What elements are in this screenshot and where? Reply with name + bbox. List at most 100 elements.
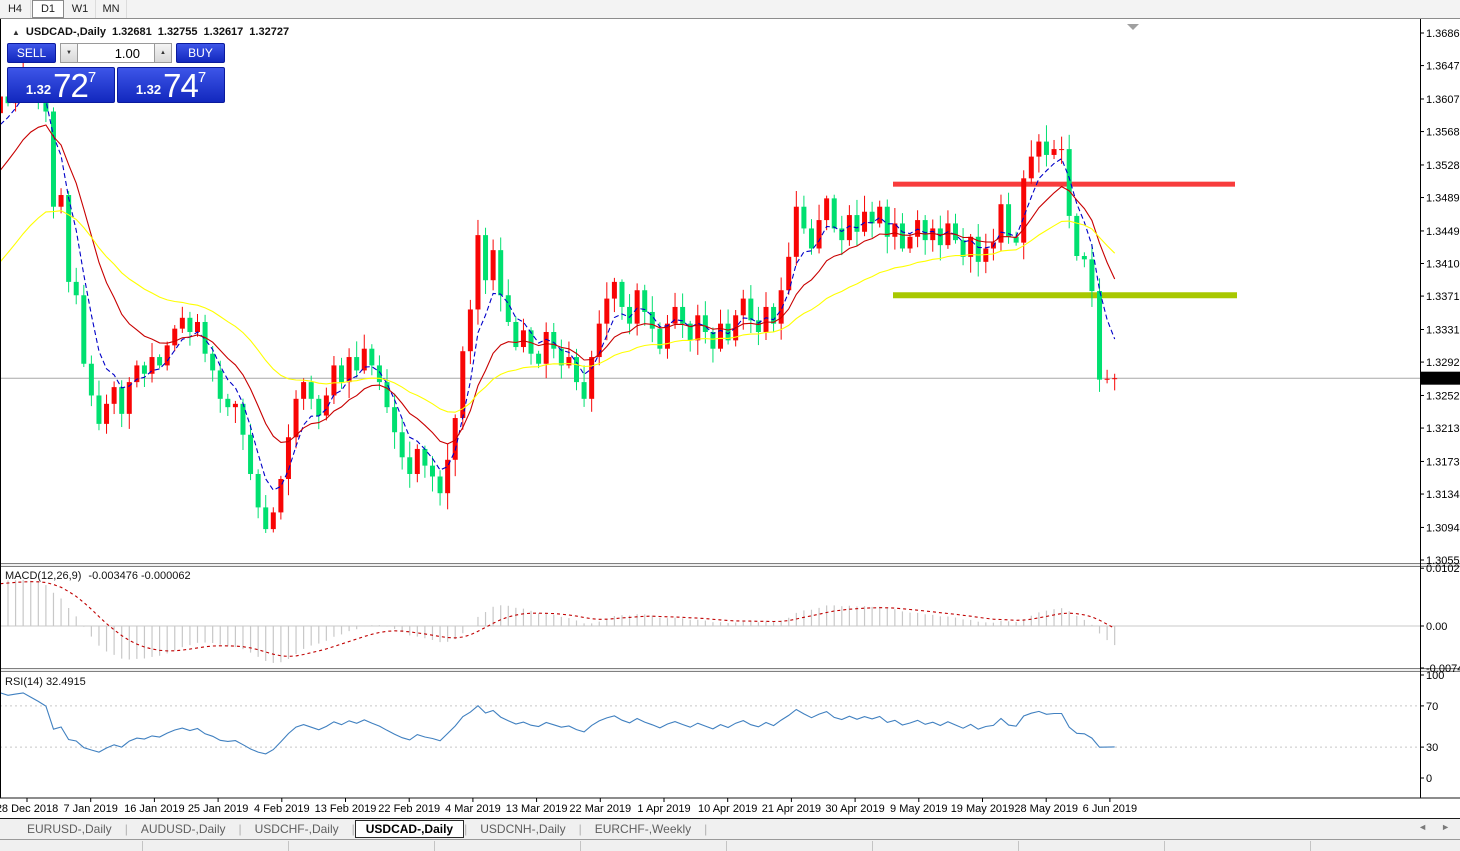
main-price-panel <box>0 62 1420 533</box>
volume-decrease-icon[interactable]: ▼ <box>60 43 78 63</box>
status-cell-separator <box>434 841 435 851</box>
ohlc-high: 1.32755 <box>158 26 198 38</box>
price-axis-label: 1.36070 <box>1426 94 1460 106</box>
timeframe-toolbar: H4D1W1MN <box>0 0 1460 19</box>
date-axis-label: 16 Jan 2019 <box>124 803 185 815</box>
chart-tab-audusd[interactable]: AUDUSD-,Daily <box>128 821 239 837</box>
support-line[interactable] <box>893 292 1237 298</box>
date-axis-label: 22 Mar 2019 <box>569 803 631 815</box>
timeframe-button-w1[interactable]: W1 <box>65 0 96 18</box>
status-cell-separator <box>288 841 289 851</box>
chart-tab-eurchf[interactable]: EURCHF-,Weekly <box>582 821 704 837</box>
price-axis-label: 1.35280 <box>1426 160 1460 172</box>
price-axis-label: 1.34890 <box>1426 193 1460 205</box>
date-axis-label: 4 Feb 2019 <box>254 803 310 815</box>
date-axis-label: 13 Feb 2019 <box>315 803 377 815</box>
macd-axis-label: 0.00 <box>1426 621 1447 633</box>
resistance-line[interactable] <box>893 182 1235 187</box>
volume-increase-icon[interactable]: ▲ <box>154 43 172 63</box>
rsi-indicator-label: RSI(14) 32.4915 <box>5 676 86 688</box>
chart-tab-bar: EURUSD-,Daily|AUDUSD-,Daily|USDCHF-,Dail… <box>0 818 1460 839</box>
chart-title: ▲ USDCAD-,Daily 1.32681 1.32755 1.32617 … <box>12 26 289 38</box>
buy-button[interactable]: BUY <box>176 43 225 63</box>
date-axis-label: 7 Jan 2019 <box>63 803 117 815</box>
chart-area: 1.368601.364701.360701.356801.352801.348… <box>0 19 1460 818</box>
macd-values: -0.003476 -0.000062 <box>88 570 190 582</box>
price-axis-label: 1.33310 <box>1426 324 1460 336</box>
timeframe-button-d1[interactable]: D1 <box>32 0 64 18</box>
price-axis-label: 1.31340 <box>1426 489 1460 501</box>
macd-axis-label: 0.010229 <box>1426 563 1460 575</box>
chart-tab-usdcnh[interactable]: USDCNH-,Daily <box>467 821 578 837</box>
sell-button[interactable]: SELL <box>7 43 56 63</box>
tab-scroll-left-icon[interactable]: ◄ <box>1418 822 1427 832</box>
price-axis-label: 1.34100 <box>1426 259 1460 271</box>
status-cell-separator <box>872 841 873 851</box>
macd-panel <box>0 580 1420 663</box>
price-axis-label: 1.32920 <box>1426 357 1460 369</box>
chart-tab-usdchf[interactable]: USDCHF-,Daily <box>242 821 352 837</box>
price-axis-label: 1.32520 <box>1426 390 1460 402</box>
date-axis-label: 10 Apr 2019 <box>698 803 757 815</box>
collapse-triangle-icon[interactable]: ▲ <box>12 28 20 37</box>
date-axis[interactable]: 28 Dec 2018 7 Jan 2019 16 Jan 201925 Jan 2… <box>0 798 1137 815</box>
price-axis-label: 1.31730 <box>1426 456 1460 468</box>
date-axis-label: 9 May 2019 <box>890 803 947 815</box>
status-bar <box>0 839 1460 851</box>
status-cell-separator <box>1164 841 1165 851</box>
price-axis-label: 1.33710 <box>1426 291 1460 303</box>
sell-price-sup: 7 <box>88 69 96 86</box>
date-axis-label: 22 Feb 2019 <box>378 803 440 815</box>
tab-scroll-right-icon[interactable]: ► <box>1441 822 1450 832</box>
sell-price-big: 72 <box>53 71 88 101</box>
volume-stepper: ▼ 1.00 ▲ <box>60 43 172 63</box>
ohlc-open: 1.32681 <box>112 26 152 38</box>
date-axis-label: 25 Jan 2019 <box>188 803 249 815</box>
status-cell-separator <box>1018 841 1019 851</box>
chart-tab-eurusd[interactable]: EURUSD-,Daily <box>14 821 125 837</box>
rsi-axis-label: 30 <box>1426 742 1438 754</box>
rsi-axis-label: 0 <box>1426 773 1432 785</box>
symbol-period-label: USDCAD-,Daily <box>26 26 106 38</box>
price-axis-label: 1.35680 <box>1426 127 1460 139</box>
date-axis-label: 13 Mar 2019 <box>506 803 568 815</box>
price-axis-label: 1.32130 <box>1426 423 1460 435</box>
price-axis[interactable]: 1.368601.364701.360701.356801.352801.348… <box>1420 28 1460 567</box>
status-cell-separator <box>580 841 581 851</box>
date-axis-label: 19 May 2019 <box>951 803 1015 815</box>
timeframe-button-mn[interactable]: MN <box>96 0 127 18</box>
ohlc-close: 1.32727 <box>249 26 289 38</box>
price-axis-label: 1.34490 <box>1426 226 1460 238</box>
timeframe-button-h4[interactable]: H4 <box>0 0 31 18</box>
rsi-line <box>0 693 1114 754</box>
date-axis-label: 30 Apr 2019 <box>825 803 884 815</box>
rsi-axis-label: 70 <box>1426 701 1438 713</box>
chart-tab-usdcad[interactable]: USDCAD-,Daily <box>355 820 464 838</box>
rsi-axis[interactable]: 100 70 30 0 <box>1420 670 1444 785</box>
date-axis-label: 28 Dec 2018 <box>0 803 58 815</box>
status-cell-separator <box>1310 841 1311 851</box>
sell-price-box[interactable]: 1.32 72 7 <box>7 67 115 103</box>
ma-fast-line <box>0 94 1114 490</box>
date-axis-label: 4 Mar 2019 <box>445 803 501 815</box>
volume-input[interactable]: 1.00 <box>78 43 154 63</box>
scroll-to-end-icon[interactable] <box>1127 24 1139 30</box>
date-axis-label: 28 May 2019 <box>1014 803 1078 815</box>
ma-mid-line <box>0 125 1114 444</box>
buy-price-box[interactable]: 1.32 74 7 <box>117 67 225 103</box>
macd-indicator-label: MACD(12,26,9) -0.003476 -0.000062 <box>5 570 191 582</box>
chart-canvas[interactable]: 1.368601.364701.360701.356801.352801.348… <box>0 19 1460 818</box>
ohlc-low: 1.32617 <box>204 26 244 38</box>
rsi-axis-label: 100 <box>1426 670 1444 682</box>
price-axis-label: 1.36470 <box>1426 61 1460 73</box>
buy-price-small: 1.32 <box>136 82 161 97</box>
buy-price-big: 74 <box>163 71 198 101</box>
rsi-panel <box>0 693 1420 754</box>
tab-separator: | <box>704 822 707 836</box>
price-axis-label: 1.30940 <box>1426 522 1460 534</box>
macd-axis[interactable]: 0.0102290.00-0.007477 <box>1420 563 1460 675</box>
one-click-trading-panel: SELL ▼ 1.00 ▲ BUY 1.32 72 7 1.32 74 7 <box>7 43 225 103</box>
sell-price-small: 1.32 <box>26 82 51 97</box>
current-price-tag-label: 1.32727 <box>1424 373 1460 385</box>
status-cell-separator <box>726 841 727 851</box>
